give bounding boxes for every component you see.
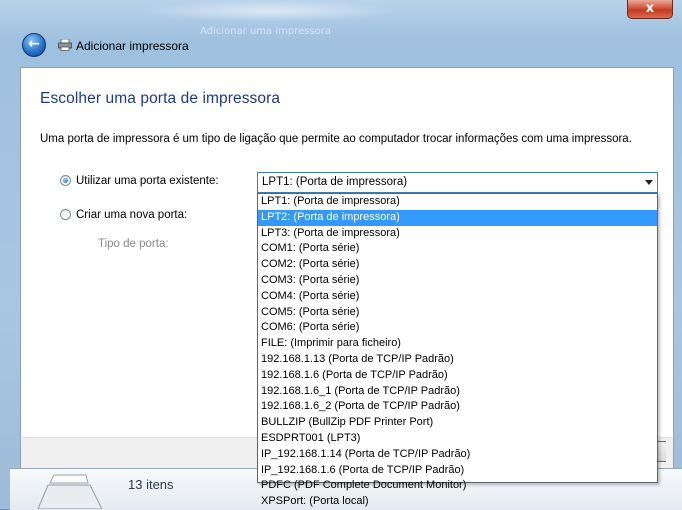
existing-port-radio[interactable] (60, 175, 71, 186)
dropdown-option[interactable]: IP_192.168.1.14 (Porta de TCP/IP Padrão) (258, 447, 657, 463)
items-count: 13 itens (128, 477, 174, 492)
dropdown-option[interactable]: PDFC (PDF Complete Document Monitor) (258, 478, 657, 494)
dropdown-option[interactable]: COM4: (Porta série) (258, 289, 657, 305)
dropdown-option[interactable]: 192.168.1.13 (Porta de TCP/IP Padrão) (258, 352, 657, 368)
window-title: Adicionar impressora (76, 39, 189, 53)
new-port-radio[interactable] (60, 209, 71, 220)
wizard-titlebar: ← Adicionar impressora (0, 28, 682, 62)
frame-glare (140, 0, 400, 22)
dropdown-option[interactable]: IP_192.168.1.6 (Porta de TCP/IP Padrão) (258, 463, 657, 479)
page-heading: Escolher uma porta de impressora (40, 90, 281, 107)
dropdown-option[interactable]: 192.168.1.6 (Porta de TCP/IP Padrão) (258, 368, 657, 384)
arrow-left-icon: ← (28, 36, 40, 52)
dropdown-option[interactable]: COM1: (Porta série) (258, 241, 657, 257)
existing-port-option[interactable]: Utilizar uma porta existente: (60, 175, 219, 187)
port-type-label: Tipo de porta: (98, 238, 169, 250)
page-description: Uma porta de impressora é um tipo de lig… (40, 133, 632, 145)
dropdown-option[interactable]: ESDPRT001 (LPT3) (258, 431, 657, 447)
dropdown-option[interactable]: LPT1: (Porta de impressora) (258, 194, 657, 210)
dropdown-option[interactable]: BULLZIP (BullZip PDF Printer Port) (258, 415, 657, 431)
new-port-label: Criar uma nova porta: (76, 209, 188, 221)
dropdown-option[interactable]: COM3: (Porta série) (258, 273, 657, 289)
printers-folder-icon (37, 474, 103, 509)
dropdown-option[interactable]: XPSPort: (Porta local) (258, 494, 657, 510)
dropdown-option[interactable]: COM6: (Porta série) (258, 320, 657, 336)
existing-port-label: Utilizar uma porta existente: (76, 175, 219, 187)
dropdown-option[interactable]: COM2: (Porta série) (258, 257, 657, 273)
chevron-down-icon[interactable] (645, 180, 653, 185)
dropdown-option[interactable]: 192.168.1.6_2 (Porta de TCP/IP Padrão) (258, 399, 657, 415)
dropdown-option[interactable]: LPT3: (Porta de impressora) (258, 226, 657, 242)
back-button[interactable]: ← (22, 33, 46, 57)
new-port-option[interactable]: Criar uma nova porta: (60, 209, 187, 221)
printer-icon (58, 39, 72, 51)
dropdown-option[interactable]: 192.168.1.6_1 (Porta de TCP/IP Padrão) (258, 384, 657, 400)
selected-port-value: LPT1: (Porta de impressora) (262, 176, 408, 188)
existing-port-select[interactable]: LPT1: (Porta de impressora) (257, 172, 658, 193)
dropdown-option[interactable]: COM5: (Porta série) (258, 305, 657, 321)
close-button[interactable]: x (627, 0, 673, 19)
port-dropdown-list[interactable]: LPT1: (Porta de impressora) LPT2: (Porta … (257, 193, 658, 507)
dropdown-option[interactable]: LPT2: (Porta de impressora) (258, 209, 657, 226)
dropdown-option[interactable]: FILE: (Imprimir para ficheiro) (258, 336, 657, 352)
